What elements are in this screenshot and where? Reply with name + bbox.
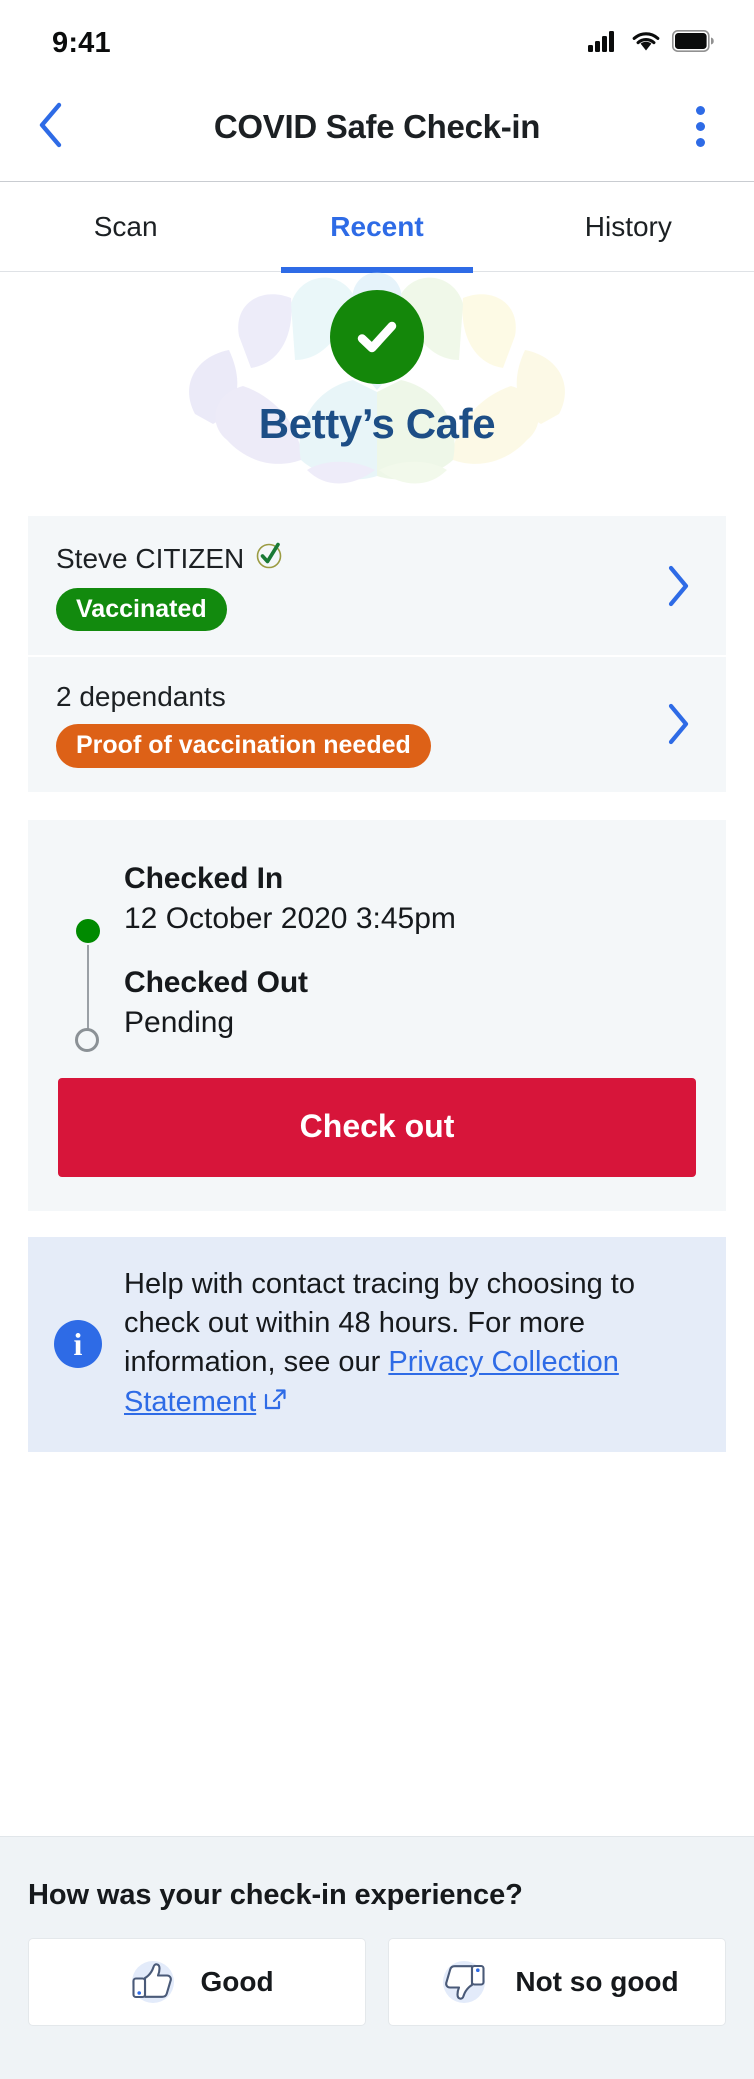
green-tick-badge-icon xyxy=(254,540,284,577)
timeline-marker-checked-out xyxy=(75,1028,99,1052)
person-row-dependants[interactable]: 2 dependants Proof of vaccination needed xyxy=(28,655,726,791)
external-link-icon[interactable] xyxy=(262,1385,288,1424)
thumbs-up-icon xyxy=(120,1950,182,2015)
page-title: COVID Safe Check-in xyxy=(0,108,754,146)
timeline-events: Checked In 12 October 2020 3:45pm Checke… xyxy=(122,862,696,1040)
chevron-left-icon xyxy=(37,102,63,151)
tab-scan[interactable]: Scan xyxy=(0,182,251,271)
person-name-line: Steve CITIZEN xyxy=(56,540,662,577)
timeline-rail xyxy=(60,862,122,1040)
kebab-menu-icon xyxy=(696,122,705,131)
dependants-label: 2 dependants xyxy=(56,681,662,713)
chevron-right-icon[interactable] xyxy=(662,701,696,747)
app-header: COVID Safe Check-in xyxy=(0,72,754,182)
kebab-menu-icon xyxy=(696,138,705,147)
privacy-info-box: i Help with contact tracing by choosing … xyxy=(28,1237,726,1453)
checkin-timeline-card: Checked In 12 October 2020 3:45pm Checke… xyxy=(28,820,726,1211)
status-badge-vaccinated: Vaccinated xyxy=(56,588,227,631)
person-info: Steve CITIZEN Vaccinated xyxy=(56,540,662,631)
feedback-section: How was your check-in experience? Good xyxy=(0,1836,754,2079)
battery-full-icon xyxy=(672,30,714,57)
tab-history[interactable]: History xyxy=(503,182,754,271)
feedback-good-button[interactable]: Good xyxy=(28,1938,366,2026)
feedback-good-label: Good xyxy=(200,1966,273,1998)
timeline-event-checked-out: Checked Out Pending xyxy=(124,966,696,1040)
check-out-button[interactable]: Check out xyxy=(58,1078,696,1177)
wifi-icon xyxy=(631,30,661,57)
checked-in-title: Checked In xyxy=(124,862,696,896)
status-bar-time: 9:41 xyxy=(52,27,111,60)
checked-out-title: Checked Out xyxy=(124,966,696,1000)
check-circle-icon xyxy=(330,290,424,384)
venue-hero: Betty’s Cafe xyxy=(0,272,754,502)
timeline-event-checked-in: Checked In 12 October 2020 3:45pm xyxy=(124,862,696,936)
status-bar: 9:41 xyxy=(0,0,754,72)
feedback-not-good-label: Not so good xyxy=(515,1966,678,1998)
status-badge-proof-needed: Proof of vaccination needed xyxy=(56,724,431,767)
checked-in-time: 12 October 2020 3:45pm xyxy=(124,902,696,936)
feedback-options: Good Not so good xyxy=(28,1938,726,2026)
timeline: Checked In 12 October 2020 3:45pm Checke… xyxy=(58,862,696,1040)
people-card: Steve CITIZEN Vaccinated 2 de xyxy=(28,516,726,792)
status-bar-icons xyxy=(588,30,714,57)
timeline-marker-checked-in xyxy=(76,919,100,943)
app-screen: 9:41 xyxy=(0,0,754,2079)
overflow-menu-button[interactable] xyxy=(678,99,722,155)
cellular-bars-icon xyxy=(588,30,620,57)
checked-out-status: Pending xyxy=(124,1006,696,1040)
tab-recent[interactable]: Recent xyxy=(251,182,502,271)
person-name: Steve CITIZEN xyxy=(56,543,244,575)
venue-name: Betty’s Cafe xyxy=(259,400,495,448)
kebab-menu-icon xyxy=(696,106,705,115)
info-circle-icon: i xyxy=(54,1320,102,1368)
chevron-right-icon[interactable] xyxy=(662,563,696,609)
tab-bar: Scan Recent History xyxy=(0,182,754,272)
back-button[interactable] xyxy=(24,99,76,155)
thumbs-down-icon xyxy=(435,1950,497,2015)
dependants-info: 2 dependants Proof of vaccination needed xyxy=(56,681,662,767)
timeline-connector xyxy=(87,945,89,1029)
person-row-primary[interactable]: Steve CITIZEN Vaccinated xyxy=(28,516,726,655)
privacy-info-text: Help with contact tracing by choosing to… xyxy=(124,1265,702,1425)
feedback-question: How was your check-in experience? xyxy=(28,1879,726,1912)
feedback-not-good-button[interactable]: Not so good xyxy=(388,1938,726,2026)
